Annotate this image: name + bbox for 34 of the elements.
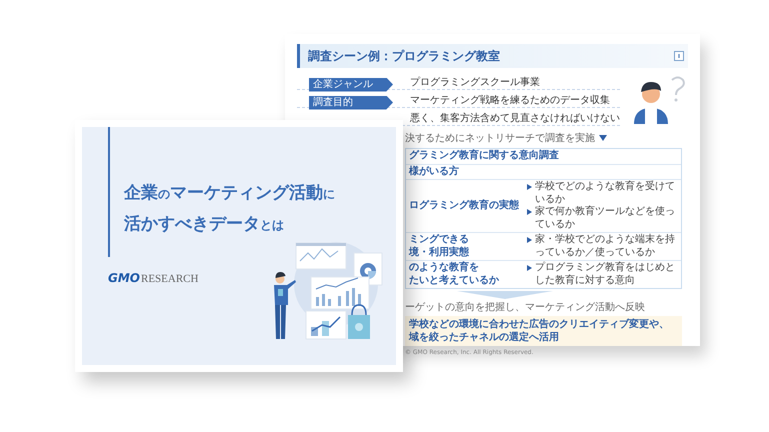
- survey-topic: 境・利用実態: [409, 246, 470, 259]
- bar-chart-card: [310, 276, 370, 310]
- cover-title: 活かすべきデータ とは: [124, 214, 285, 235]
- cover-title: 企業のマーケティング活動に: [124, 183, 336, 204]
- logo-text: RESEARCH: [141, 273, 198, 285]
- fact-label: 企業ジャンル: [309, 78, 393, 92]
- logo-mark: GMO: [108, 271, 140, 285]
- fact-label: 調査目的: [309, 96, 393, 110]
- bullet-icon: [527, 209, 532, 215]
- highlight-text: 域を絞ったチャネルの選定へ活用: [409, 331, 560, 344]
- page-number-icon: [674, 51, 684, 61]
- survey-topic: ミングできる: [409, 234, 470, 246]
- intro-text: 決するためにネットリサーチで調査を実施: [405, 132, 595, 145]
- businessman-figure: [274, 272, 296, 339]
- fact-value: マーケティング戦略を練るためのデータ収集: [410, 94, 610, 106]
- down-triangle-icon: [599, 135, 607, 141]
- survey-topic: たいと考えているか: [409, 274, 500, 287]
- fact-value: 悪く、集客方法含めて見直さなければいけない: [410, 112, 620, 124]
- highlight-text: 学校などの環境に合わせた広告のクリエイティブ変更や、: [409, 318, 670, 331]
- survey-topic: ログラミング教育の実態: [409, 200, 520, 212]
- bullet-icon: [527, 265, 532, 271]
- shopping-bag-icon: [348, 304, 370, 339]
- result-text: ーゲットの意向を把握し、マーケティング活動へ反映: [405, 300, 646, 314]
- survey-target: 様がいる方: [409, 166, 459, 176]
- survey-topic: のような教育を: [409, 262, 480, 274]
- slide-title: 調査シーン例：プログラミング教室: [297, 44, 688, 68]
- survey-title: グラミング教育に関する意向調査: [409, 150, 559, 161]
- bullet-icon: [527, 237, 532, 243]
- survey-point: 学校でどのような教育を受けているか: [535, 181, 676, 206]
- fact-value: プログラミングスクール事業: [410, 76, 540, 88]
- bullet-icon: [527, 184, 532, 190]
- survey-point: 家・学校でどのような端末を持っているか／使っているか: [535, 234, 676, 259]
- survey-point: プログラミング教育をはじめとした教育に対する意向: [535, 262, 676, 287]
- survey-point: 家で何か教育ツールなどを使っているか: [535, 206, 676, 231]
